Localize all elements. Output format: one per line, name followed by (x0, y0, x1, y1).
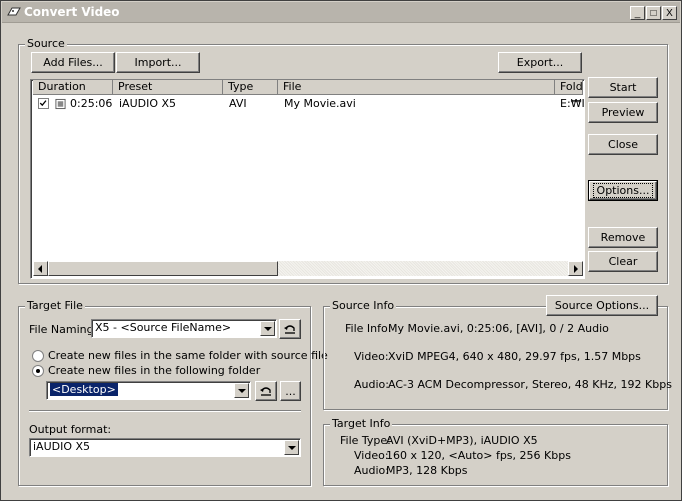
target-video-label: Video: (354, 449, 389, 462)
chevron-down-icon[interactable] (234, 383, 249, 398)
start-button[interactable]: Start (588, 77, 658, 98)
reset-folder-button[interactable] (255, 381, 277, 401)
browse-folder-button[interactable]: ... (280, 381, 301, 401)
remove-button[interactable]: Remove (588, 227, 658, 248)
source-file-info-value: My Movie.avi, 0:25:06, [AVI], 0 / 2 Audi… (388, 322, 609, 335)
target-info-group-label: Target Info (330, 417, 393, 430)
scroll-left-icon (38, 265, 42, 273)
title-bar[interactable]: Convert Video _ □ X (2, 2, 680, 23)
file-naming-value: X5 - <Source FileName> (95, 321, 232, 334)
start-label: Start (609, 81, 637, 94)
file-naming-label: File Naming: (29, 323, 98, 336)
options-button[interactable]: Options... (588, 180, 658, 201)
target-file-type-value: AVI (XviD+MP3), iAUDIO X5 (386, 434, 538, 447)
target-audio-value: MP3, 128 Kbps (386, 464, 468, 477)
window-title: Convert Video (24, 5, 120, 19)
scroll-left-arrow[interactable] (33, 261, 48, 276)
radio-same-folder[interactable] (32, 350, 44, 362)
row-duration: 0:25:06 (70, 97, 113, 110)
row-checkbox[interactable] (38, 98, 49, 109)
preview-label: Preview (601, 106, 645, 119)
output-format-value: iAUDIO X5 (33, 440, 91, 453)
file-naming-select[interactable]: X5 - <Source FileName> (91, 319, 277, 338)
output-format-select[interactable]: iAUDIO X5 (29, 438, 301, 457)
radio-same-folder-label: Create new files in the same folder with… (48, 349, 328, 362)
film-reel-icon (7, 7, 21, 16)
import-button[interactable]: Import... (116, 52, 200, 73)
output-format-label: Output format: (29, 423, 112, 436)
undo-icon (260, 387, 271, 396)
row-type: AVI (229, 97, 247, 110)
target-folder-value: <Desktop> (50, 383, 118, 396)
scroll-right-icon (574, 265, 578, 273)
chevron-down-icon[interactable] (284, 440, 299, 455)
row-file: My Movie.avi (284, 97, 356, 110)
table-row[interactable]: 0:25:06 iAUDIO X5 AVI My Movie.avi E:₩I (33, 80, 584, 114)
target-file-type-label: File Type: (340, 434, 391, 447)
export-button[interactable]: Export... (498, 52, 582, 73)
chevron-down-icon[interactable] (260, 321, 275, 336)
radio-following-folder-label: Create new files in the following folder (48, 364, 261, 377)
preview-button[interactable]: Preview (588, 102, 658, 123)
target-audio-label: Audio: (354, 464, 389, 477)
reset-naming-button[interactable] (279, 319, 301, 339)
video-file-icon (55, 98, 66, 110)
undo-icon (284, 325, 295, 334)
close-window-button[interactable]: X (662, 6, 677, 20)
export-label: Export... (516, 56, 564, 69)
row-folder: E:₩I (560, 97, 584, 110)
source-info-group-label: Source Info (330, 299, 397, 312)
radio-following-folder[interactable] (32, 365, 44, 377)
source-options-label: Source Options... (554, 299, 650, 312)
minimize-button[interactable]: _ (630, 6, 645, 20)
add-files-label: Add Files... (43, 56, 103, 69)
target-video-value: 160 x 120, <Auto> fps, 256 Kbps (386, 449, 571, 462)
row-preset: iAUDIO X5 (119, 97, 177, 110)
scroll-thumb[interactable] (48, 261, 278, 276)
source-group-label: Source (25, 37, 67, 50)
import-label: Import... (134, 56, 182, 69)
close-button[interactable]: Close (588, 134, 658, 155)
separator (29, 410, 301, 412)
source-options-button[interactable]: Source Options... (546, 295, 658, 316)
source-audio-label: Audio: (354, 378, 389, 391)
options-label: Options... (592, 183, 654, 198)
remove-label: Remove (600, 231, 646, 244)
source-video-value: XviD MPEG4, 640 x 480, 29.97 fps, 1.57 M… (388, 350, 641, 363)
source-file-info-label: File Info: (345, 322, 392, 335)
file-list[interactable]: Duration Preset Type File Folde 0:25:06 … (30, 79, 585, 279)
close-label: Close (608, 138, 638, 151)
maximize-button[interactable]: □ (646, 6, 661, 20)
browse-label: ... (285, 384, 296, 398)
clear-button[interactable]: Clear (588, 251, 658, 272)
checkmark-icon (39, 100, 47, 107)
convert-video-window: Convert Video _ □ X Source Add Files... … (0, 0, 682, 501)
source-video-label: Video: (354, 350, 389, 363)
add-files-button[interactable]: Add Files... (31, 52, 115, 73)
target-folder-select[interactable]: <Desktop> (46, 381, 251, 400)
clear-label: Clear (608, 255, 638, 268)
target-file-group-label: Target File (25, 299, 85, 312)
horizontal-scrollbar[interactable] (33, 261, 583, 276)
source-audio-value: AC-3 ACM Decompressor, Stereo, 48 KHz, 1… (388, 378, 672, 391)
scroll-right-arrow[interactable] (568, 261, 583, 276)
